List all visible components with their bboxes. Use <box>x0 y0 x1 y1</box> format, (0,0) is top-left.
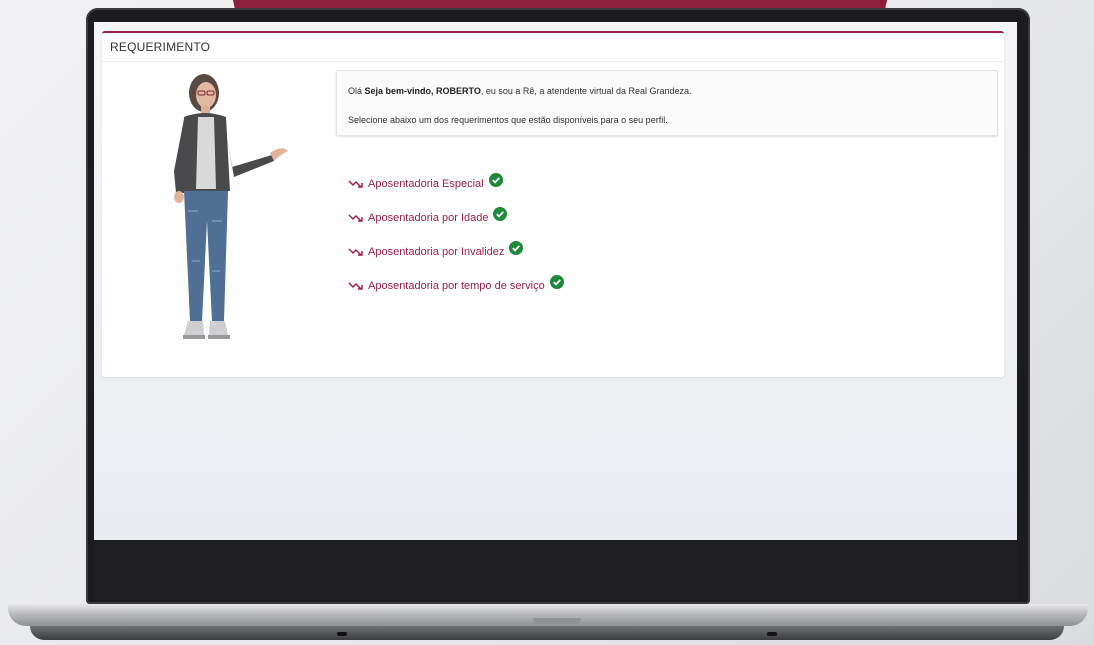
laptop-base-bottom <box>30 626 1064 640</box>
trending-down-icon <box>348 248 363 256</box>
greeting-suffix: , eu sou a Rê, a atendente virtual da Re… <box>480 86 692 96</box>
app-screen: REQUERIMENTO Olá Seja bem-vindo, ROBERTO… <box>94 22 1017 540</box>
requirement-link-idade[interactable]: Aposentadoria por Idade <box>348 207 508 225</box>
trending-down-icon <box>348 180 363 188</box>
laptop-notch <box>533 618 581 624</box>
laptop-foot-left <box>337 632 347 636</box>
check-circle-icon <box>549 275 564 289</box>
greeting-text: Olá Seja bem-vindo, ROBERTO, eu sou a Rê… <box>348 86 692 96</box>
check-circle-icon <box>509 241 524 255</box>
card-title: REQUERIMENTO <box>110 40 211 54</box>
requirement-link-invalidez[interactable]: Aposentadoria por Invalidez <box>348 241 524 259</box>
greeting-bold: Seja bem-vindo, ROBERTO <box>364 86 481 96</box>
requirement-link-especial[interactable]: Aposentadoria Especial <box>348 173 503 191</box>
virtual-assistant-avatar <box>174 74 288 339</box>
requirement-link-tempo-servico[interactable]: Aposentadoria por tempo de serviço <box>348 275 564 293</box>
screen-bezel-bottom <box>94 540 1017 600</box>
requirement-card: REQUERIMENTO Olá Seja bem-vindo, ROBERTO… <box>102 31 1004 377</box>
trending-down-icon <box>348 282 363 290</box>
trending-down-icon <box>348 214 363 222</box>
laptop-foot-right <box>767 632 777 636</box>
requirement-label: Aposentadoria por Idade <box>368 212 489 224</box>
instruction-text: Selecione abaixo um dos requerimentos qu… <box>348 115 668 125</box>
assistant-message: Olá Seja bem-vindo, ROBERTO, eu sou a Rê… <box>336 70 998 136</box>
requirement-label: Aposentadoria por Invalidez <box>368 246 505 258</box>
check-circle-icon <box>493 207 508 221</box>
card-header: REQUERIMENTO <box>102 33 1004 62</box>
requirement-label: Aposentadoria por tempo de serviço <box>368 280 545 292</box>
check-circle-icon <box>488 173 503 187</box>
greeting-prefix: Olá <box>348 86 365 96</box>
requirement-label: Aposentadoria Especial <box>368 178 484 190</box>
